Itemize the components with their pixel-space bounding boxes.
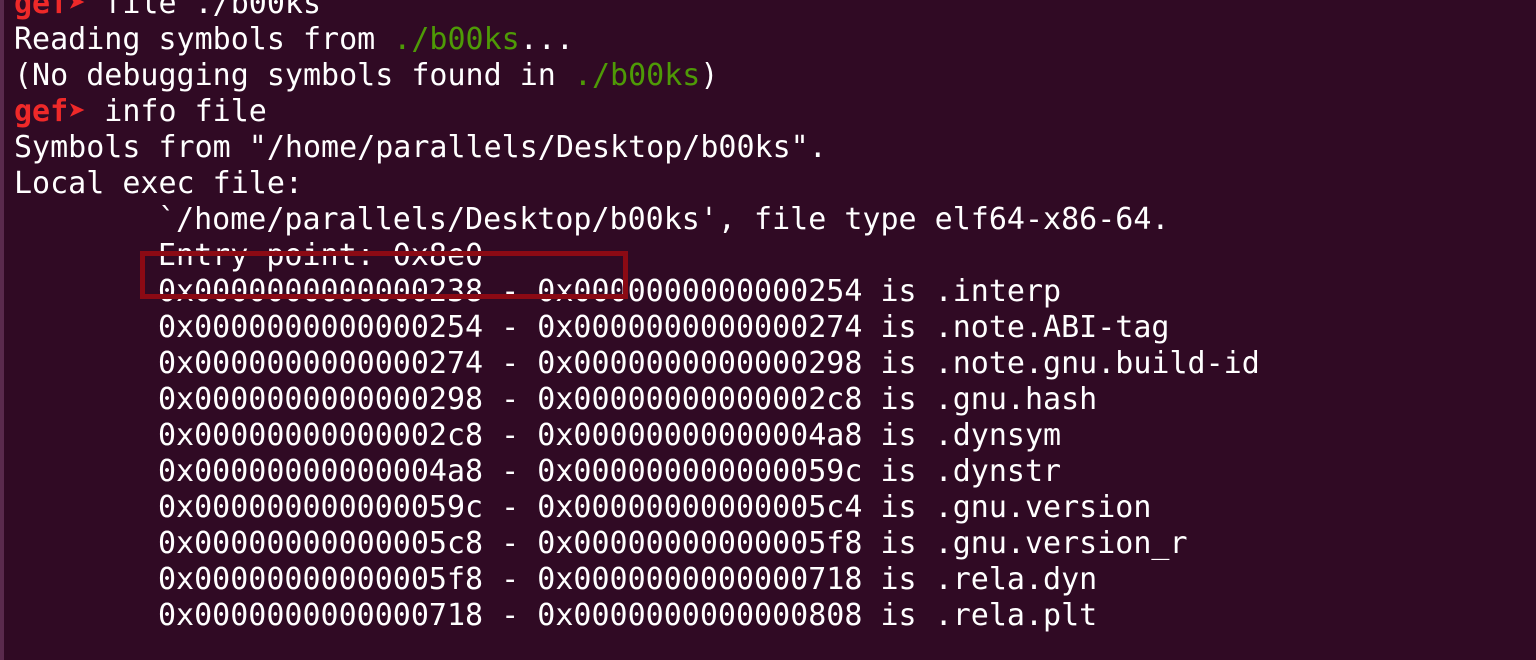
- section-row: 0x00000000000005f8 - 0x0000000000000718 …: [158, 562, 1098, 597]
- gef-prompt: gef➤: [14, 0, 87, 21]
- section-row: 0x0000000000000274 - 0x0000000000000298 …: [158, 346, 1260, 381]
- local-exec-line: Local exec file:: [14, 166, 303, 201]
- binary-path: ./b00ks: [393, 22, 520, 57]
- nodebug-prefix: (No debugging symbols found in: [14, 58, 574, 93]
- section-row: 0x0000000000000254 - 0x0000000000000274 …: [158, 310, 1170, 345]
- command-text: file ./b00ks: [86, 0, 322, 21]
- terminal-output: gef➤ file ./b00ks Reading symbols from .…: [14, 0, 1260, 660]
- truncated-line: [14, 634, 1260, 660]
- section-row: 0x0000000000000298 - 0x00000000000002c8 …: [158, 382, 1098, 417]
- section-list: 0x0000000000000238 - 0x0000000000000254 …: [14, 274, 1260, 634]
- window-edge: [0, 0, 4, 660]
- terminal-window[interactable]: gef➤ file ./b00ks Reading symbols from .…: [0, 0, 1536, 660]
- prompt-line-file: gef➤ file ./b00ks: [14, 0, 1260, 22]
- section-row: 0x00000000000005c8 - 0x00000000000005f8 …: [158, 526, 1188, 561]
- entry-point-highlight-box: [140, 251, 628, 299]
- no-debug-line: (No debugging symbols found in ./b00ks): [14, 58, 1260, 94]
- symbols-from-line: Symbols from "/home/parallels/Desktop/b0…: [14, 130, 827, 165]
- nodebug-suffix: ): [700, 58, 719, 93]
- command-text: info file: [86, 94, 267, 129]
- section-row: 0x0000000000000718 - 0x0000000000000808 …: [158, 598, 1098, 633]
- exec-path-line: `/home/parallels/Desktop/b00ks', file ty…: [158, 202, 1170, 237]
- reading-suffix: ...: [519, 22, 574, 57]
- gef-prompt: gef➤: [14, 94, 87, 129]
- binary-path: ./b00ks: [573, 58, 701, 93]
- prompt-line-info: gef➤ info file: [14, 94, 1260, 130]
- reading-prefix: Reading symbols from: [14, 22, 394, 57]
- reading-symbols-line: Reading symbols from ./b00ks...: [14, 22, 1260, 58]
- section-row: 0x00000000000002c8 - 0x00000000000004a8 …: [158, 418, 1062, 453]
- section-row: 0x00000000000004a8 - 0x000000000000059c …: [158, 454, 1062, 489]
- section-row: 0x000000000000059c - 0x00000000000005c4 …: [158, 490, 1152, 525]
